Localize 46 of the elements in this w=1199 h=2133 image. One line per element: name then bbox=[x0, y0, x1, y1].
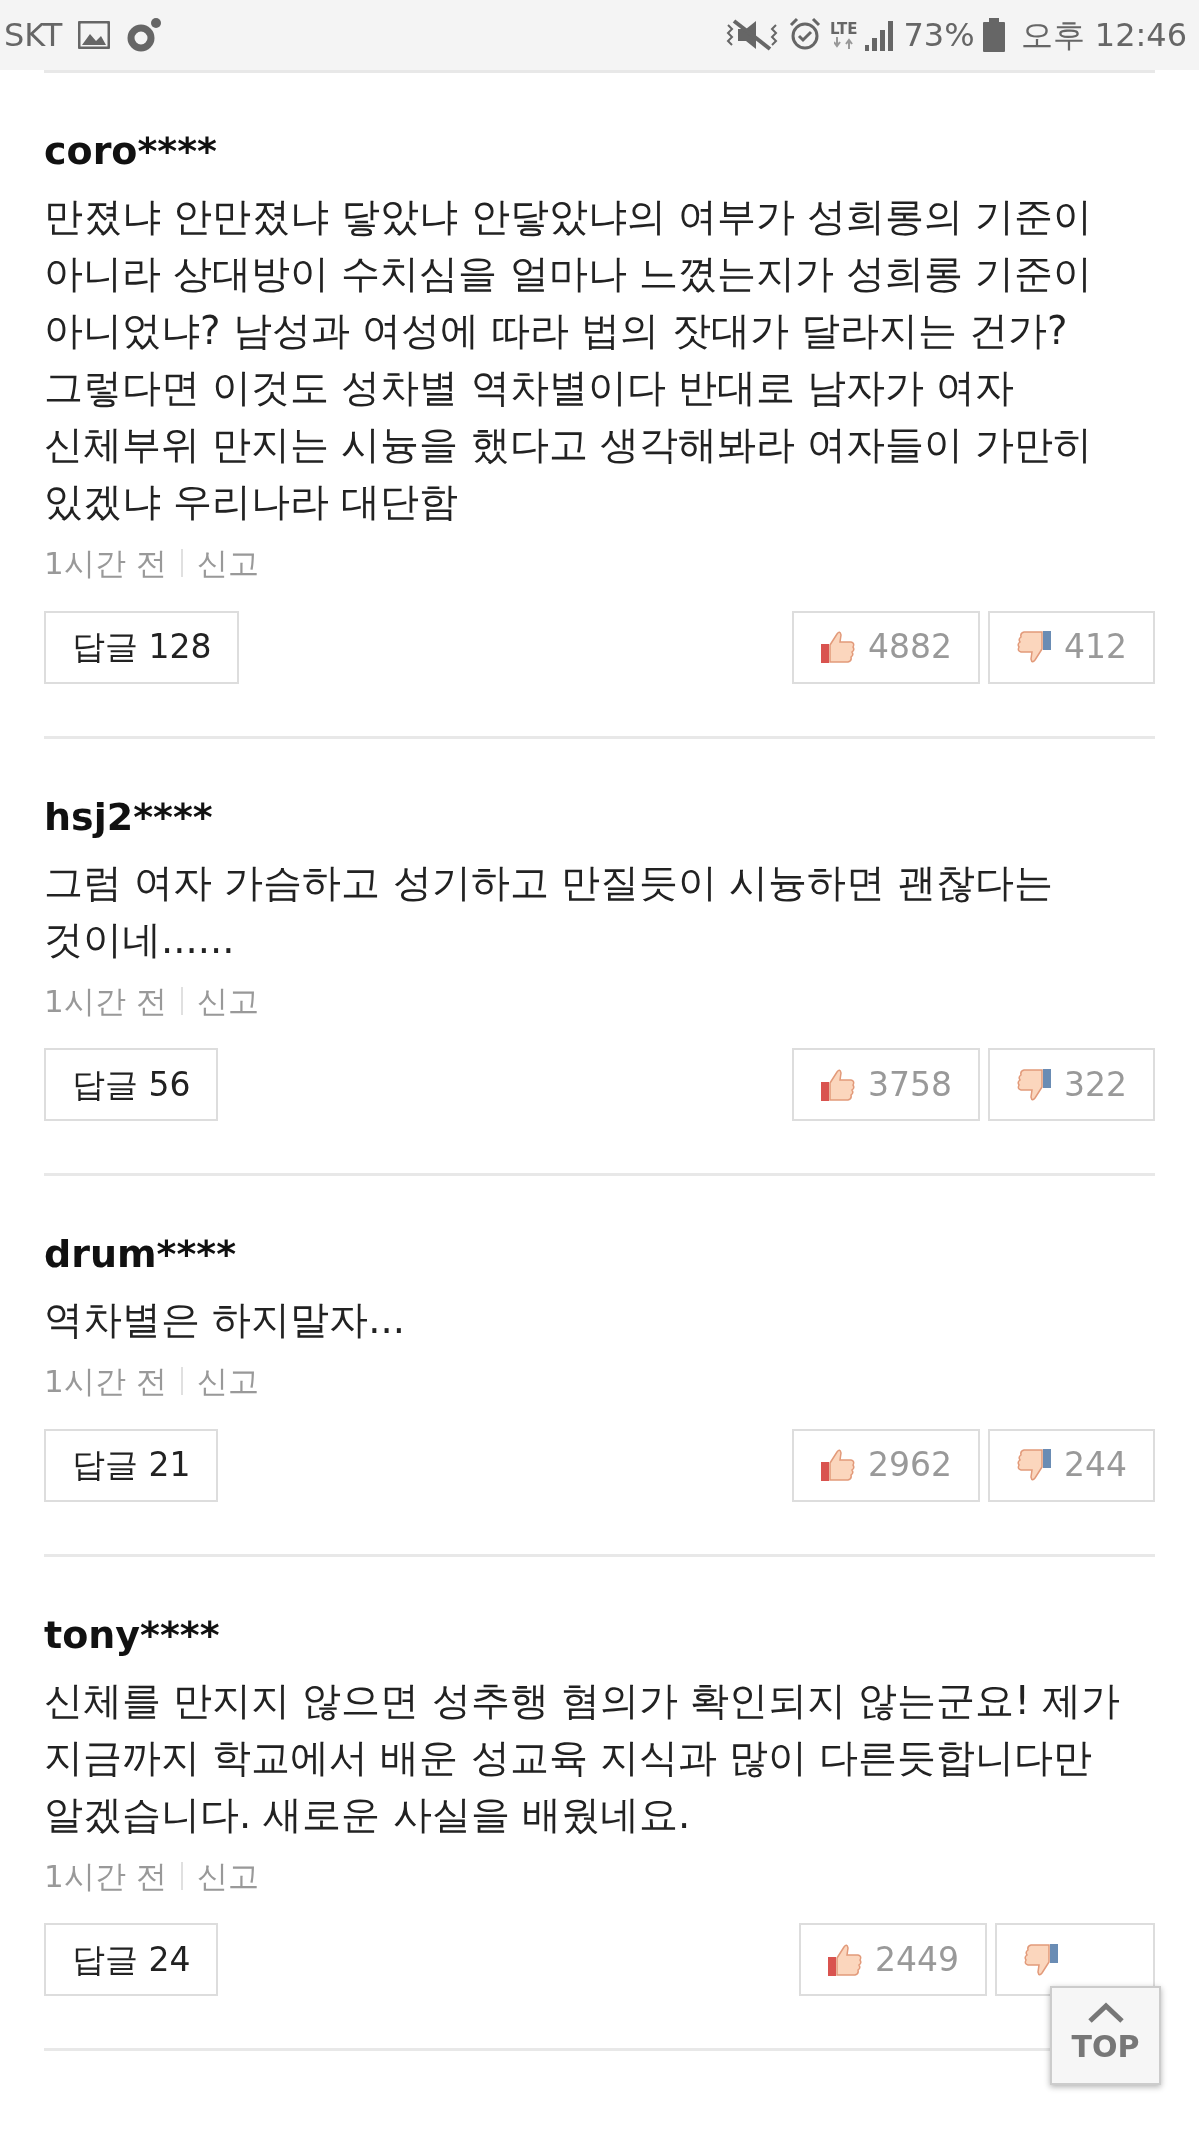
report-link[interactable]: 신고 bbox=[196, 977, 259, 1024]
signal-icon bbox=[865, 19, 896, 51]
user-name: tony**** bbox=[44, 1611, 221, 1659]
dislike-button[interactable]: 322 bbox=[988, 1048, 1155, 1121]
thumbs-up-icon bbox=[820, 1067, 856, 1102]
thumbs-down-icon bbox=[1016, 1067, 1052, 1102]
report-link[interactable]: 신고 bbox=[196, 1358, 259, 1405]
scroll-top-button[interactable]: TOP bbox=[1050, 1986, 1161, 2085]
reply-button[interactable]: 답글 21 bbox=[44, 1428, 219, 1502]
reply-button[interactable]: 답글 24 bbox=[44, 1923, 219, 1996]
like-button[interactable]: 2962 bbox=[792, 1428, 980, 1502]
dislike-button[interactable] bbox=[995, 1923, 1155, 1996]
like-button[interactable]: 3758 bbox=[792, 1048, 980, 1121]
thumbs-down-icon bbox=[1023, 1942, 1059, 1977]
report-link[interactable]: 신고 bbox=[196, 540, 259, 587]
thumbs-up-icon bbox=[820, 1448, 856, 1482]
circle-icon bbox=[126, 17, 163, 53]
comment-time: 1시간 전 bbox=[44, 981, 167, 1021]
data-arrows-icon bbox=[833, 36, 854, 49]
network-label: LTE bbox=[829, 21, 858, 37]
carrier-name: SKT bbox=[4, 15, 63, 56]
comment-time: 1시간 전 bbox=[44, 1856, 167, 1896]
thumbs-up-icon bbox=[827, 1942, 863, 1977]
thumbs-up-icon bbox=[820, 630, 856, 664]
like-button[interactable]: 4882 bbox=[792, 610, 980, 684]
battery-icon bbox=[982, 18, 1005, 52]
comment-text: 신체를 만지지 않으면 성추행 혐의가 확인되지 않는군요! 제가 지금까지 학교에서 배운 성교육 지식과 많이 다른듯합니다만 알겠습니다. 새로운 사실을 배웠네요. bbox=[44, 1676, 1122, 1839]
user-name: hsj2**** bbox=[44, 793, 214, 841]
reply-button[interactable]: 답글 128 bbox=[44, 610, 240, 684]
like-button[interactable]: 2449 bbox=[799, 1923, 987, 1996]
comment-time: 1시간 전 bbox=[44, 544, 167, 583]
comment-text: 만졌냐 안만졌냐 닿았냐 안닿았냐의 여부가 성희롱의 기준이 아니라 상대방이 수치심을 얼마나 느꼈는지가 성희롱 기준이 아니었냐? 남성과 여성에 따라 법의 잣대가 달라지는 건가? 그렇다면 이것도 성차별 역차별이다 반대로 남자가 여자 신체부위 만지는 시늉을 했다고 생각해봐라 여자들이 가만히 있겠냐 우리나라 대단함 bbox=[44, 193, 1094, 526]
report-link[interactable]: 신고 bbox=[196, 1852, 259, 1899]
reply-button[interactable]: 답글 56 bbox=[44, 1048, 219, 1121]
battery-percent: 73% bbox=[903, 15, 975, 56]
user-name: drum**** bbox=[44, 1231, 238, 1278]
clock-time: 오후 12:46 bbox=[1020, 15, 1187, 56]
dislike-button[interactable]: 244 bbox=[988, 1428, 1155, 1502]
image-icon bbox=[78, 21, 111, 49]
comment-text: 역차별은 하지말자... bbox=[44, 1296, 406, 1344]
thumbs-down-icon bbox=[1016, 630, 1052, 664]
comment-time: 1시간 전 bbox=[44, 1362, 167, 1401]
user-name: coro**** bbox=[44, 128, 218, 175]
comment-text: 그럼 여자 가슴하고 성기하고 만질듯이 시늉하면 괜찮다는 것이네...... bbox=[44, 858, 1055, 964]
thumbs-down-icon bbox=[1016, 1448, 1052, 1482]
dislike-button[interactable]: 412 bbox=[988, 610, 1155, 684]
